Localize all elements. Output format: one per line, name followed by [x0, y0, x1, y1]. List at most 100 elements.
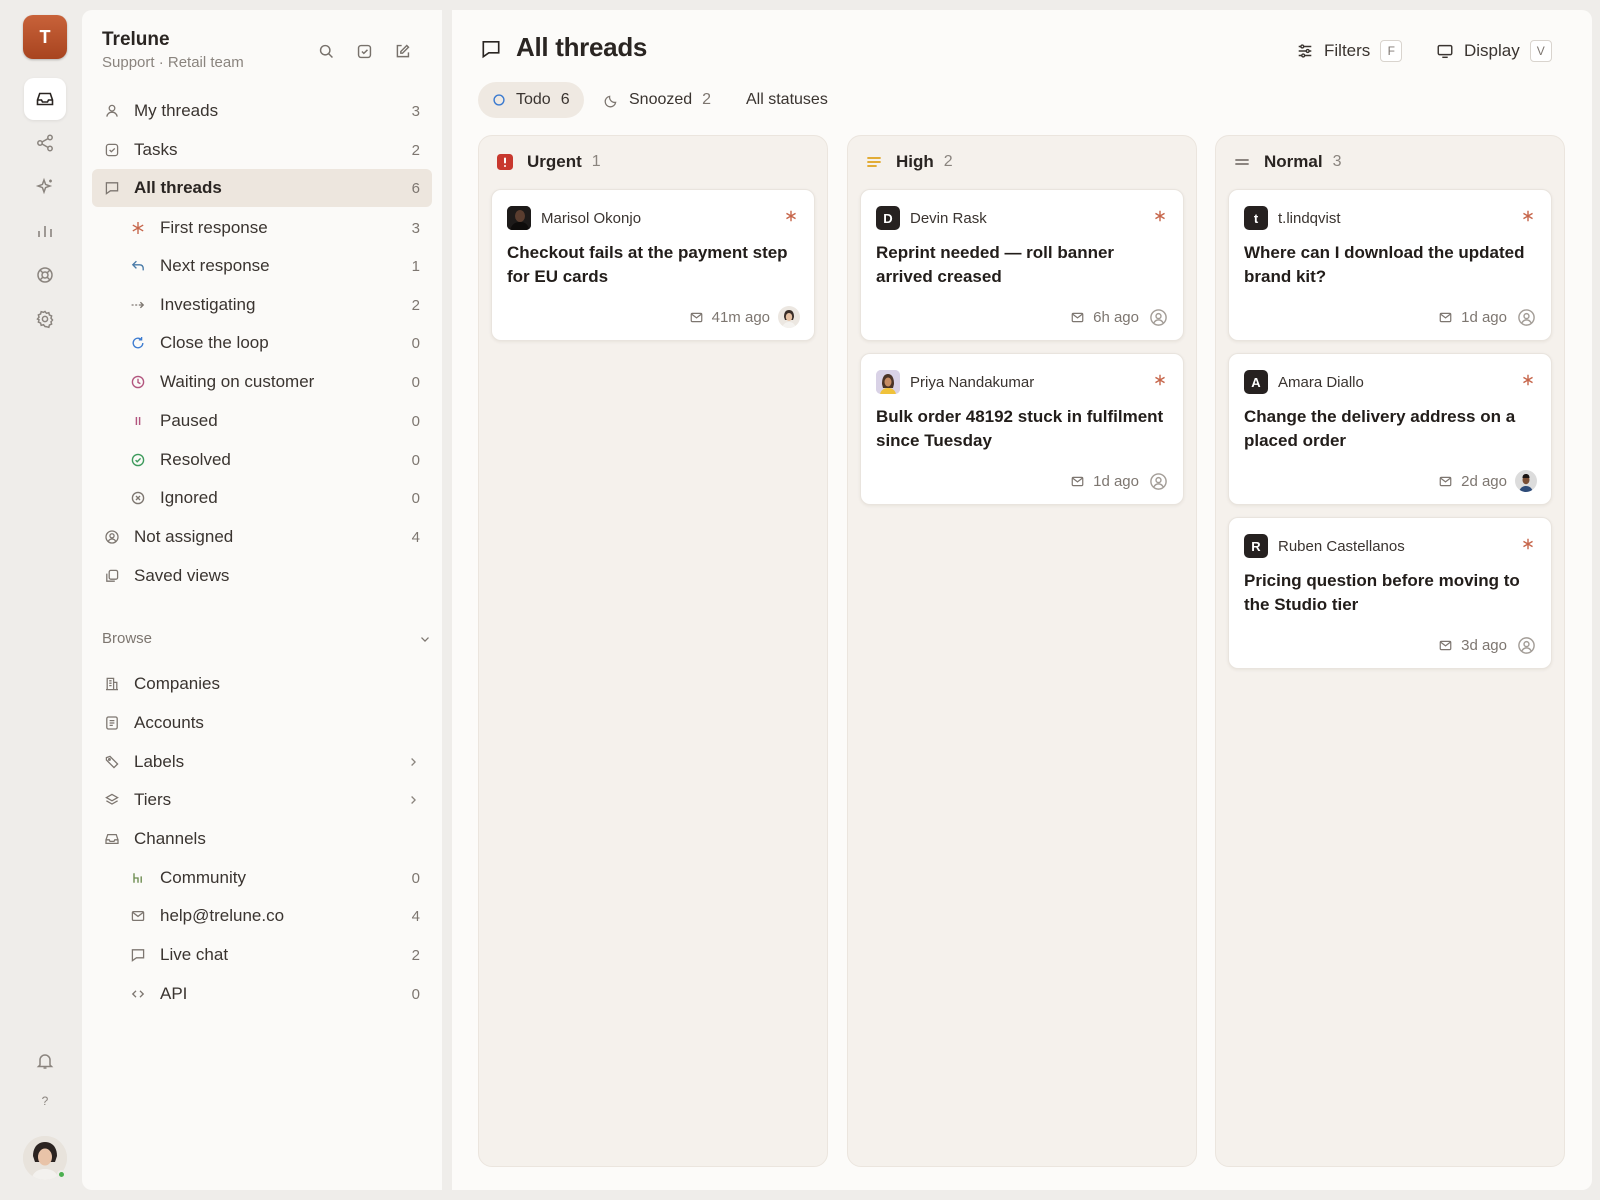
author-avatar: A	[1244, 370, 1268, 394]
search-icon[interactable]	[315, 40, 337, 62]
nav-channel-email[interactable]: help@trelune.co 4	[92, 897, 432, 935]
nav-waiting-on-customer[interactable]: Waiting on customer 0	[92, 363, 432, 401]
filters-button[interactable]: Filters F	[1296, 36, 1403, 66]
filters-shortcut: F	[1380, 40, 1403, 62]
thread-card[interactable]: R Ruben Castellanos Pricing question bef…	[1228, 517, 1552, 669]
thread-card[interactable]: t t.lindqvist Where can I download the u…	[1228, 189, 1552, 341]
nav-companies[interactable]: Companies	[92, 665, 432, 703]
browse-label: Browse	[102, 630, 153, 647]
nav-not-assigned[interactable]: Not assigned 4	[92, 518, 432, 556]
unassigned-icon[interactable]	[1515, 306, 1537, 328]
nav-count: 0	[411, 334, 420, 352]
rail-ai-button[interactable]	[24, 166, 66, 208]
compose-icon[interactable]	[391, 40, 413, 62]
nav-all-threads[interactable]: All threads 6	[92, 169, 432, 207]
card-title: Change the delivery address on a placed …	[1244, 407, 1516, 450]
rail-inbox-button[interactable]	[24, 78, 66, 120]
pause-icon	[128, 411, 148, 431]
nav-tasks[interactable]: Tasks 2	[92, 131, 432, 169]
mail-icon	[1438, 638, 1453, 653]
nav-ignored[interactable]: Ignored 0	[92, 479, 432, 517]
code-icon	[128, 984, 148, 1004]
nav-count: 4	[411, 907, 420, 925]
author-avatar: D	[876, 206, 900, 230]
nav-label: All threads	[134, 178, 222, 197]
thread-card[interactable]: D Devin Rask Reprint needed — roll banne…	[860, 189, 1184, 341]
share-icon	[35, 133, 55, 153]
asterisk-icon	[1521, 373, 1535, 387]
chevron-right-icon	[406, 793, 420, 807]
unassigned-icon[interactable]	[1147, 306, 1169, 328]
assignee-avatar[interactable]	[1515, 470, 1537, 492]
author-avatar: t	[1244, 206, 1268, 230]
nav-label: Saved views	[134, 566, 230, 585]
unassigned-icon[interactable]	[1515, 634, 1537, 656]
display-button[interactable]: Display V	[1436, 36, 1552, 66]
monitor-icon	[1436, 42, 1454, 60]
asterisk-icon	[1521, 209, 1535, 223]
tab-todo[interactable]: Todo 6	[478, 82, 584, 118]
thread-card[interactable]: A Amara Diallo Change the delivery addre…	[1228, 353, 1552, 505]
unassigned-icon[interactable]	[1147, 470, 1169, 492]
nav-channel-live-chat[interactable]: Live chat 2	[92, 936, 432, 974]
card-footer: 2d ago	[1438, 470, 1537, 492]
nav-labels[interactable]: Labels	[92, 743, 432, 781]
workspace-name[interactable]: Trelune	[102, 29, 170, 51]
nav-count: 6	[411, 179, 420, 197]
nav-count: 0	[411, 489, 420, 507]
nav-label: help@trelune.co	[160, 906, 285, 925]
building-icon	[102, 674, 122, 694]
assignee-avatar[interactable]	[778, 306, 800, 328]
nav-accounts[interactable]: Accounts	[92, 704, 432, 742]
thread-card[interactable]: Priya Nandakumar Bulk order 48192 stuck …	[860, 353, 1184, 505]
mail-icon	[689, 310, 704, 325]
column-label: High	[896, 152, 934, 171]
nav-my-threads[interactable]: My threads 3	[92, 92, 432, 130]
display-label: Display	[1464, 41, 1520, 60]
bell-icon	[35, 1051, 55, 1071]
rail-notifications-button[interactable]	[24, 1040, 66, 1082]
nav-close-the-loop[interactable]: Close the loop 0	[92, 324, 432, 362]
nav-first-response[interactable]: First response 3	[92, 209, 432, 247]
page-title: All threads	[516, 32, 648, 62]
card-time: 2d ago	[1461, 472, 1507, 490]
nav-label: Live chat	[160, 945, 229, 964]
gear-icon	[35, 309, 55, 329]
sliders-icon	[1296, 42, 1314, 60]
nav-label: Investigating	[160, 295, 256, 314]
nav-investigating[interactable]: Investigating 2	[92, 286, 432, 324]
layers-icon	[102, 790, 122, 810]
nav-label: Paused	[160, 411, 218, 430]
nav-paused[interactable]: Paused 0	[92, 402, 432, 440]
nav-channel-community[interactable]: Community 0	[92, 859, 432, 897]
list-icon	[102, 713, 122, 733]
nav-channel-api[interactable]: API 0	[92, 975, 432, 1013]
workspace-logo[interactable]: T	[23, 15, 67, 59]
thread-card[interactable]: Marisol Okonjo Checkout fails at the pay…	[491, 189, 815, 341]
tasks-icon[interactable]	[353, 40, 375, 62]
nav-next-response[interactable]: Next response 1	[92, 247, 432, 285]
nav-resolved[interactable]: Resolved 0	[92, 441, 432, 479]
asterisk-icon	[1153, 209, 1167, 223]
asterisk-icon	[128, 218, 148, 238]
rail-workflows-button[interactable]	[24, 122, 66, 164]
nav-saved-views[interactable]: Saved views	[92, 557, 432, 595]
tab-label: Todo	[516, 91, 551, 108]
nav-tiers[interactable]: Tiers	[92, 781, 432, 819]
author-avatar	[507, 206, 531, 230]
rail-settings-button[interactable]	[24, 298, 66, 340]
mail-icon	[1438, 310, 1453, 325]
reply-icon	[128, 256, 148, 276]
tab-snoozed[interactable]: Snoozed 2	[590, 82, 725, 118]
tab-label: Snoozed	[629, 91, 693, 108]
rail-help-center-button[interactable]	[24, 254, 66, 296]
browse-section-header[interactable]: Browse	[102, 630, 432, 647]
filters-label: Filters	[1324, 41, 1371, 60]
rail-analytics-button[interactable]	[24, 210, 66, 252]
card-time: 1d ago	[1461, 308, 1507, 326]
help-button[interactable]: ?	[24, 1094, 66, 1108]
nav-channels[interactable]: Channels	[92, 820, 432, 858]
column-header: Normal 3	[1234, 152, 1341, 172]
tab-all-statuses[interactable]: All statuses	[732, 82, 842, 118]
high-priority-icon	[866, 154, 882, 170]
